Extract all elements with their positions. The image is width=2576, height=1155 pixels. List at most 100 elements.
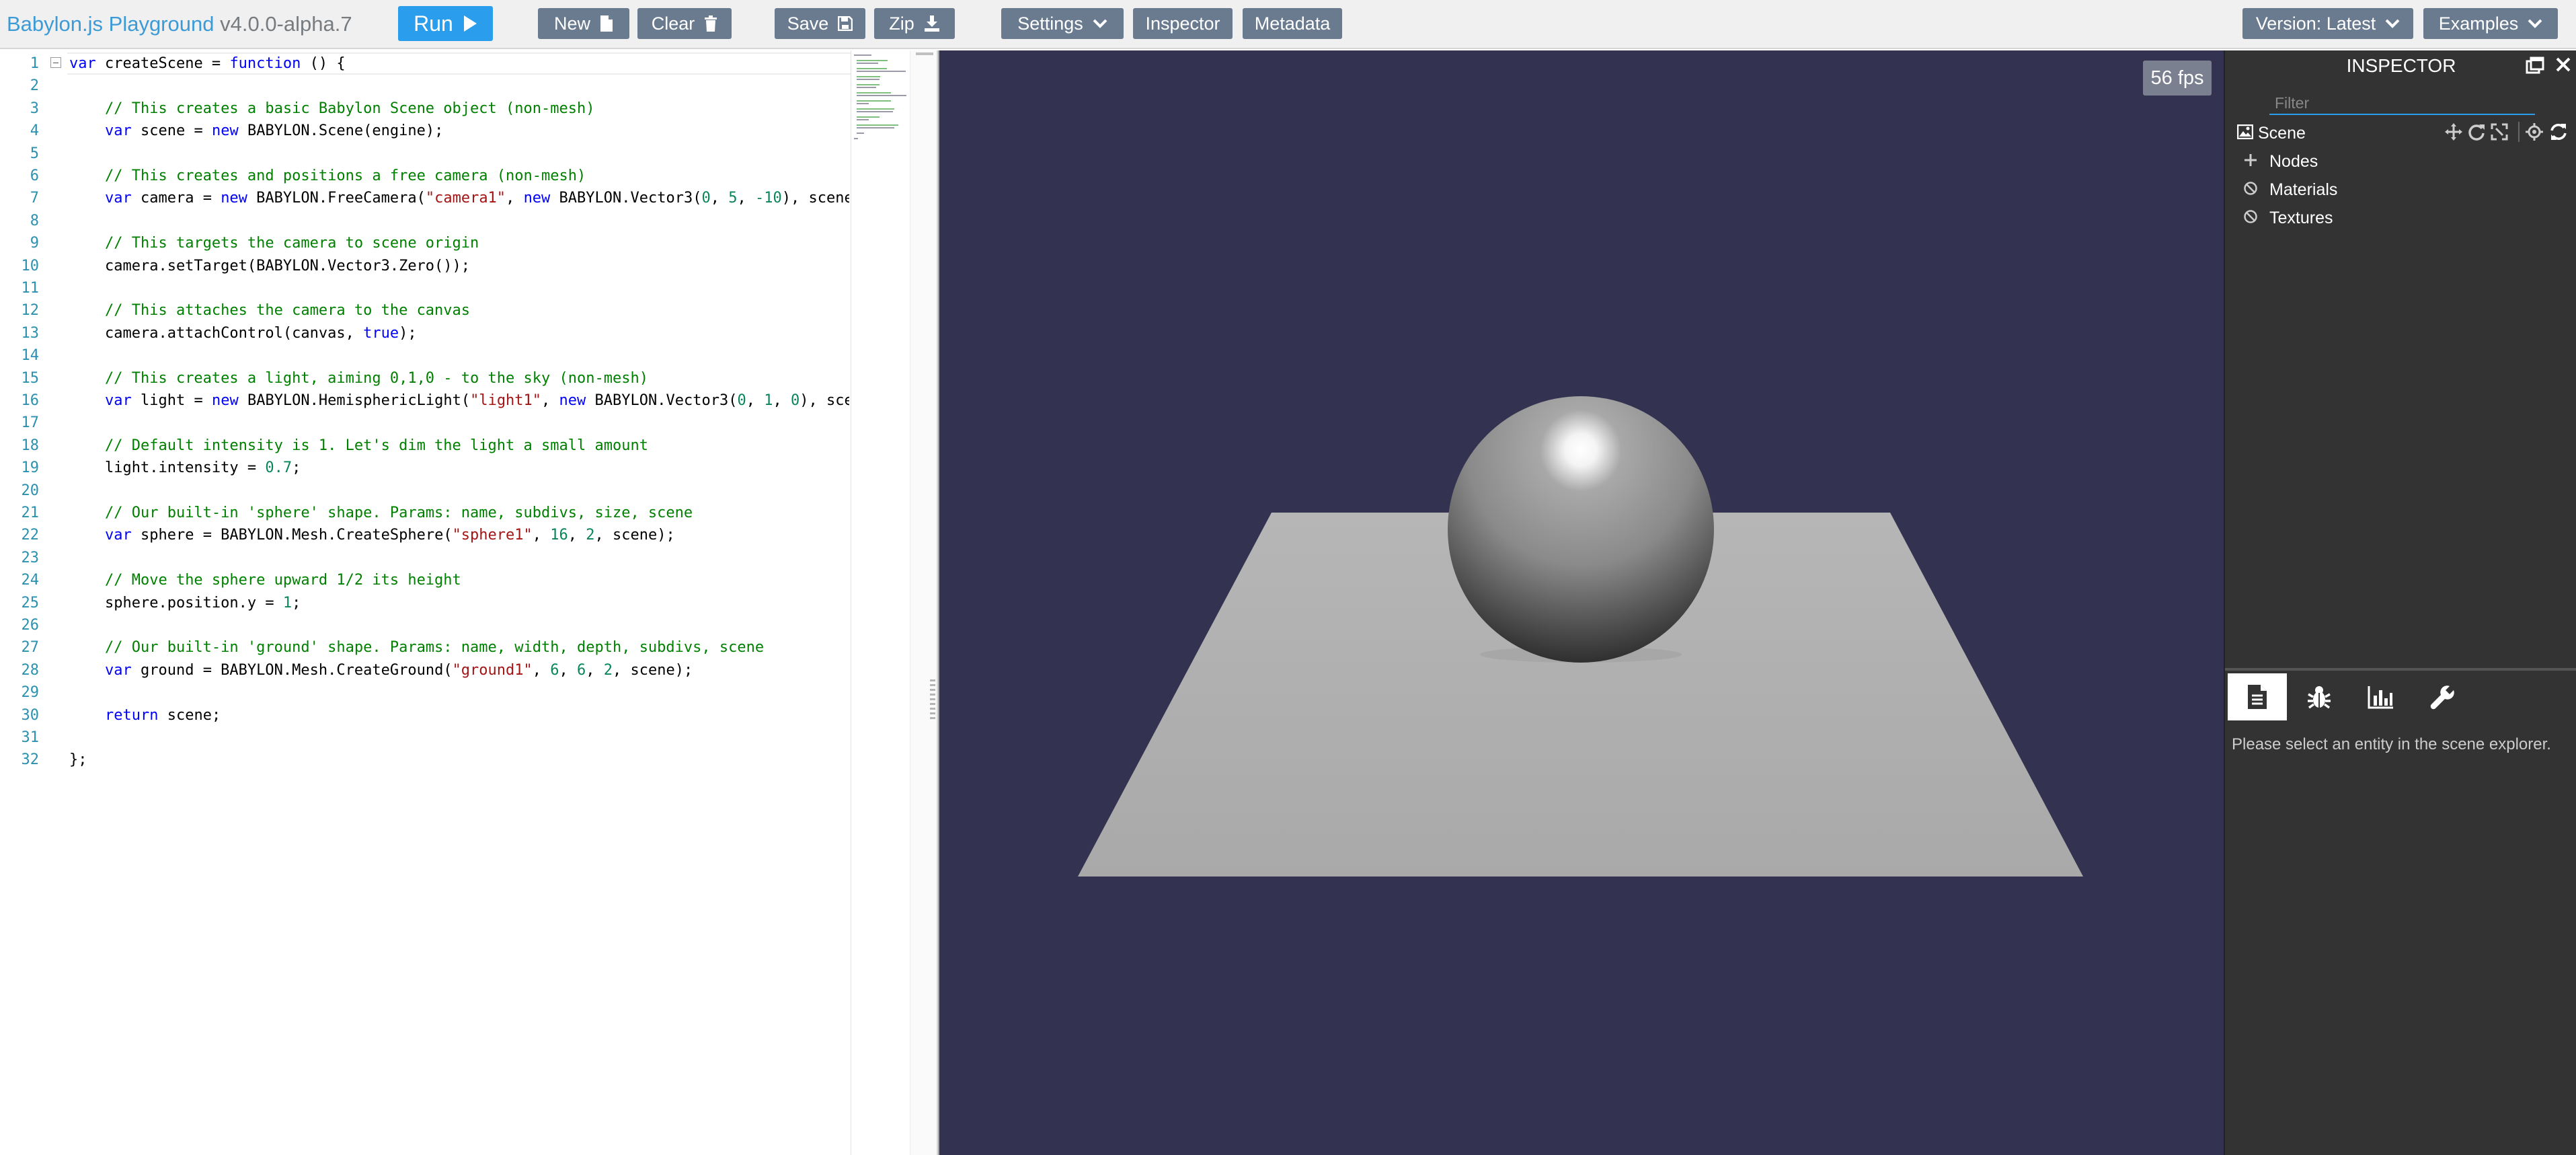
scale-gizmo-icon[interactable] [2490,122,2509,141]
refresh-icon[interactable] [2549,122,2568,141]
editor-scrollbar[interactable] [910,50,937,1155]
translate-gizmo-icon[interactable] [2444,122,2463,141]
code-line[interactable]: // Our built-in 'sphere' shape. Params: … [69,502,693,524]
code-editor[interactable]: 1 2 3 4 5 6 7 8 9 10 11 12 13 14 15 16 17 18 19 20 21 22 23 24 2… [0,50,938,1155]
inspector-filter-input[interactable] [2269,92,2535,115]
version-select[interactable]: Version: Latest [2242,8,2413,39]
code-line[interactable]: // Our built-in 'ground' shape. Params: … [69,636,764,659]
line-number: 8 [30,212,39,229]
code-line[interactable]: light.intensity = 0.7; [69,457,301,479]
code-token: sphere.position.y = [69,594,283,611]
clear-button[interactable]: Clear [637,8,732,39]
code-line[interactable]: // This targets the camera to scene orig… [69,232,479,254]
code-token: // This creates a basic Babylon Scene ob… [104,100,595,117]
new-button[interactable]: New [538,8,629,39]
code-token: 6 [550,661,559,679]
pick-mesh-icon[interactable] [2525,122,2544,141]
settings-label: Settings [1017,13,1083,34]
code-token: scene = [131,122,212,140]
code-token: , [568,527,586,544]
code-token: BABYLON.Scene(engine); [238,122,444,140]
code-token: , [506,190,524,207]
code-text-area[interactable]: var createScene = function () { // This … [69,52,849,1142]
save-label: Save [787,13,829,34]
zip-button[interactable]: Zip [874,8,955,39]
inspector-panel: INSPECTOR Scene [2224,50,2576,1155]
clear-label: Clear [651,13,695,34]
examples-label: Examples [2438,13,2519,34]
code-line[interactable]: return scene; [69,704,221,726]
examples-button[interactable]: Examples [2423,8,2558,39]
code-line[interactable]: var light = new BABYLON.HemisphericLight… [69,389,849,412]
tree-item-textures[interactable]: Textures [2225,204,2576,231]
code-token: ), scene); [781,190,849,207]
image-icon [2237,124,2253,139]
code-line[interactable]: // This creates and positions a free cam… [69,165,586,187]
minimap-line [856,111,893,112]
bug-icon [2308,686,2331,709]
code-token: , [586,661,604,679]
code-token: camera.setTarget(BABYLON.Vector3.Zero())… [69,257,471,274]
popout-icon[interactable] [2526,56,2544,75]
code-token: ; [292,459,301,477]
settings-button[interactable]: Settings [1001,8,1124,39]
code-token: // This creates a light, aiming 0,1,0 - … [104,369,648,387]
file-icon [600,15,613,32]
floppy-icon [838,16,853,31]
rotate-gizmo-icon[interactable] [2467,122,2486,141]
tab-tools[interactable] [2413,673,2472,720]
line-number: 18 [21,437,40,454]
tree-item-label: Scene [2258,124,2306,143]
code-token: return [104,706,159,724]
tab-statistics[interactable] [2351,673,2411,720]
minimap-line [856,84,880,85]
line-number: 30 [21,706,40,724]
code-minimap[interactable] [851,50,910,1155]
metadata-button[interactable]: Metadata [1243,8,1342,39]
wrench-icon [2430,685,2454,710]
menubar: Babylon.js Playground v4.0.0-alpha.7 Run… [0,0,2576,49]
code-line[interactable]: // This attaches the camera to the canva… [69,299,470,322]
close-icon[interactable] [2554,56,2572,73]
tree-item-scene[interactable]: Scene [2225,119,2576,146]
render-canvas[interactable]: 56 fps [939,50,2224,1155]
code-line[interactable]: var sphere = BABYLON.Mesh.CreateSphere("… [69,524,675,546]
code-token: }; [69,751,87,769]
tree-item-nodes[interactable]: Nodes [2225,147,2576,174]
code-line[interactable]: }; [69,749,87,771]
fold-toggle-icon[interactable] [50,57,61,68]
minimap-line [856,116,880,118]
code-line[interactable]: var ground = BABYLON.Mesh.CreateGround("… [69,659,693,681]
code-line[interactable]: // Move the sphere upward 1/2 its height [69,569,461,591]
save-button[interactable]: Save [775,8,865,39]
minimap-line [856,87,877,88]
minimap-line [856,124,899,126]
splitter-grip-icon[interactable] [930,679,935,720]
tree-item-materials[interactable]: Materials [2225,176,2576,202]
tab-properties[interactable] [2228,673,2287,720]
code-token: ), scene); [799,392,849,409]
code-line[interactable]: sphere.position.y = 1; [69,592,301,614]
code-line[interactable]: var scene = new BABYLON.Scene(engine); [69,120,443,142]
code-line[interactable]: // Default intensity is 1. Let's dim the… [69,435,648,457]
inspector-button[interactable]: Inspector [1133,8,1233,39]
code-token: 5 [728,190,738,207]
code-line[interactable]: camera.setTarget(BABYLON.Vector3.Zero())… [69,255,470,277]
line-number: 28 [21,661,40,679]
code-line[interactable]: // This creates a basic Babylon Scene ob… [69,98,594,120]
code-line[interactable]: // This creates a light, aiming 0,1,0 - … [69,367,648,389]
minimap-line [856,60,888,61]
code-line[interactable]: var camera = new BABYLON.FreeCamera("cam… [69,187,849,209]
minimap-line [856,103,869,104]
code-token: 16 [550,527,568,544]
code-token: BABYLON.Vector3( [586,392,738,409]
tab-debug[interactable] [2290,673,2349,720]
run-button[interactable]: Run [398,6,493,41]
code-line[interactable]: camera.attachControl(canvas, true); [69,322,417,344]
code-line[interactable]: var createScene = function () { [69,52,346,75]
code-token: scene; [158,706,221,724]
editor-scrollbar-thumb[interactable] [916,52,933,55]
